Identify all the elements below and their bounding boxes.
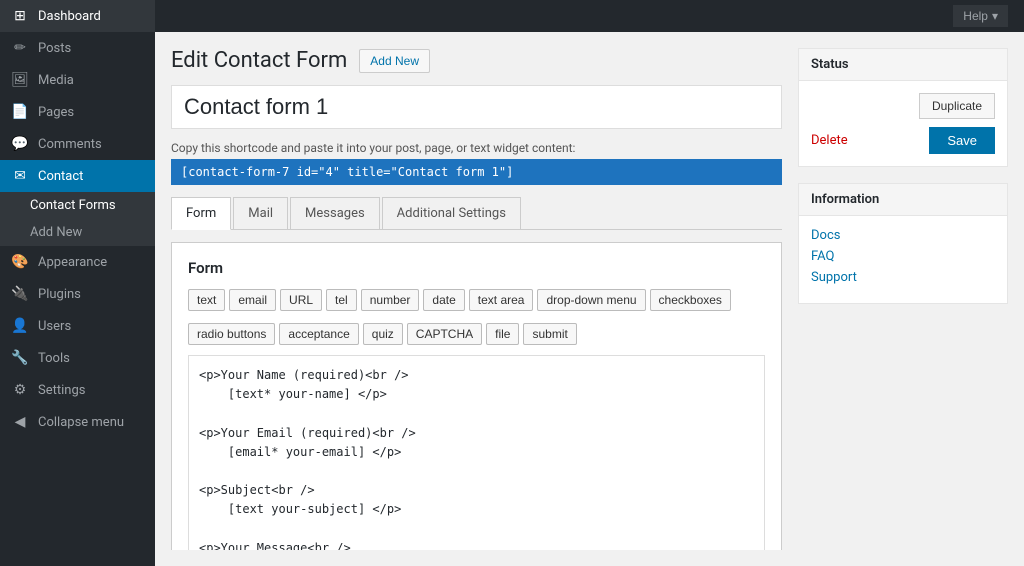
sidebar-item-comments[interactable]: 💬 Comments bbox=[0, 128, 155, 160]
delete-link[interactable]: Delete bbox=[811, 133, 848, 148]
status-box: Status Duplicate Delete Save bbox=[798, 48, 1008, 167]
page-header: Edit Contact Form Add New bbox=[171, 48, 782, 73]
faq-link[interactable]: FAQ bbox=[811, 249, 995, 264]
sidebar-item-plugins[interactable]: 🔌 Plugins bbox=[0, 278, 155, 310]
topbar: Help ▾ bbox=[155, 0, 1024, 32]
sidebar-item-add-new[interactable]: Add New bbox=[0, 219, 155, 246]
form-code-editor[interactable]: <p>Your Name (required)<br /> [text* you… bbox=[188, 355, 765, 550]
tag-btn-captcha[interactable]: CAPTCHA bbox=[407, 323, 482, 345]
tag-btn-date[interactable]: date bbox=[423, 289, 464, 311]
sidebar-item-label: Posts bbox=[38, 41, 71, 56]
right-sidebar: Status Duplicate Delete Save Information… bbox=[798, 48, 1008, 550]
settings-icon: ⚙ bbox=[10, 382, 30, 398]
help-label: Help bbox=[963, 9, 988, 23]
collapse-icon: ◀ bbox=[10, 414, 30, 430]
tab-mail[interactable]: Mail bbox=[233, 197, 288, 229]
contact-forms-label: Contact Forms bbox=[30, 198, 116, 213]
dashboard-icon: ⊞ bbox=[10, 8, 30, 24]
sidebar-item-users[interactable]: 👤 Users bbox=[0, 310, 155, 342]
sidebar-item-contact-forms[interactable]: Contact Forms bbox=[0, 192, 155, 219]
form-editor-title: Form bbox=[188, 259, 765, 277]
sidebar: ⊞ Dashboard ✏ Posts 🖼 Media 📄 Pages 💬 Co… bbox=[0, 0, 155, 566]
pages-icon: 📄 bbox=[10, 104, 30, 120]
add-new-button[interactable]: Add New bbox=[359, 49, 430, 73]
users-icon: 👤 bbox=[10, 318, 30, 334]
information-box: Information Docs FAQ Support bbox=[798, 183, 1008, 304]
main-wrapper: Help ▾ Edit Contact Form Add New Copy th… bbox=[155, 0, 1024, 566]
information-box-body: Docs FAQ Support bbox=[799, 216, 1007, 303]
shortcode-section: Copy this shortcode and paste it into yo… bbox=[171, 141, 782, 185]
tag-btn-radio[interactable]: radio buttons bbox=[188, 323, 275, 345]
tag-btn-checkboxes[interactable]: checkboxes bbox=[650, 289, 731, 311]
sidebar-submenu-contact: Contact Forms Add New bbox=[0, 192, 155, 246]
sidebar-item-appearance[interactable]: 🎨 Appearance bbox=[0, 246, 155, 278]
duplicate-button[interactable]: Duplicate bbox=[919, 93, 995, 119]
main-content: Edit Contact Form Add New Copy this shor… bbox=[171, 48, 782, 550]
sidebar-item-contact[interactable]: ✉ Contact bbox=[0, 160, 155, 192]
sidebar-item-pages[interactable]: 📄 Pages bbox=[0, 96, 155, 128]
comments-icon: 💬 bbox=[10, 136, 30, 152]
tag-btn-tel[interactable]: tel bbox=[326, 289, 357, 311]
status-row: Duplicate bbox=[811, 93, 995, 119]
tag-btn-url[interactable]: URL bbox=[280, 289, 322, 311]
tag-btn-number[interactable]: number bbox=[361, 289, 420, 311]
tag-btn-textarea[interactable]: text area bbox=[469, 289, 534, 311]
tag-btn-email[interactable]: email bbox=[229, 289, 276, 311]
contact-icon: ✉ bbox=[10, 168, 30, 184]
sidebar-item-label: Appearance bbox=[38, 255, 107, 270]
add-new-label: Add New bbox=[30, 225, 82, 240]
sidebar-item-tools[interactable]: 🔧 Tools bbox=[0, 342, 155, 374]
appearance-icon: 🎨 bbox=[10, 254, 30, 270]
sidebar-item-posts[interactable]: ✏ Posts bbox=[0, 32, 155, 64]
form-editor-panel: Form text email URL tel number date text… bbox=[171, 242, 782, 550]
status-box-header: Status bbox=[799, 49, 1007, 81]
sidebar-item-label: Dashboard bbox=[38, 9, 101, 24]
sidebar-item-label: Collapse menu bbox=[38, 415, 124, 430]
status-box-body: Duplicate Delete Save bbox=[799, 81, 1007, 166]
shortcode-label: Copy this shortcode and paste it into yo… bbox=[171, 141, 782, 155]
sidebar-item-label: Media bbox=[38, 73, 74, 88]
tab-form[interactable]: Form bbox=[171, 197, 231, 230]
help-button[interactable]: Help ▾ bbox=[953, 5, 1008, 27]
shortcode-box[interactable]: [contact-form-7 id="4" title="Contact fo… bbox=[171, 159, 782, 185]
tab-messages[interactable]: Messages bbox=[290, 197, 380, 229]
sidebar-item-label: Plugins bbox=[38, 287, 81, 302]
posts-icon: ✏ bbox=[10, 40, 30, 56]
sidebar-item-settings[interactable]: ⚙ Settings bbox=[0, 374, 155, 406]
sidebar-item-label: Settings bbox=[38, 383, 85, 398]
tag-btn-acceptance[interactable]: acceptance bbox=[279, 323, 358, 345]
sidebar-item-dashboard[interactable]: ⊞ Dashboard bbox=[0, 0, 155, 32]
save-button[interactable]: Save bbox=[929, 127, 995, 154]
sidebar-item-collapse[interactable]: ◀ Collapse menu bbox=[0, 406, 155, 438]
tabs: Form Mail Messages Additional Settings bbox=[171, 197, 782, 230]
media-icon: 🖼 bbox=[10, 72, 30, 88]
information-box-header: Information bbox=[799, 184, 1007, 216]
sidebar-item-label: Tools bbox=[38, 351, 70, 366]
status-actions: Delete Save bbox=[811, 127, 995, 154]
sidebar-item-label: Contact bbox=[38, 169, 83, 184]
sidebar-item-label: Pages bbox=[38, 105, 74, 120]
sidebar-item-media[interactable]: 🖼 Media bbox=[0, 64, 155, 96]
sidebar-item-label: Comments bbox=[38, 137, 102, 152]
tag-btn-quiz[interactable]: quiz bbox=[363, 323, 403, 345]
chevron-down-icon: ▾ bbox=[992, 9, 998, 23]
page-title: Edit Contact Form bbox=[171, 48, 347, 73]
tools-icon: 🔧 bbox=[10, 350, 30, 366]
tag-btn-dropdown[interactable]: drop-down menu bbox=[537, 289, 645, 311]
docs-link[interactable]: Docs bbox=[811, 228, 995, 243]
form-name-input[interactable] bbox=[171, 85, 782, 129]
tab-additional-settings[interactable]: Additional Settings bbox=[382, 197, 521, 229]
tag-btn-submit[interactable]: submit bbox=[523, 323, 576, 345]
plugins-icon: 🔌 bbox=[10, 286, 30, 302]
tag-btn-file[interactable]: file bbox=[486, 323, 519, 345]
support-link[interactable]: Support bbox=[811, 270, 995, 285]
sidebar-item-label: Users bbox=[38, 319, 71, 334]
content-area: Edit Contact Form Add New Copy this shor… bbox=[155, 32, 1024, 566]
tag-buttons: text email URL tel number date text area… bbox=[188, 289, 765, 345]
tag-btn-text[interactable]: text bbox=[188, 289, 225, 311]
